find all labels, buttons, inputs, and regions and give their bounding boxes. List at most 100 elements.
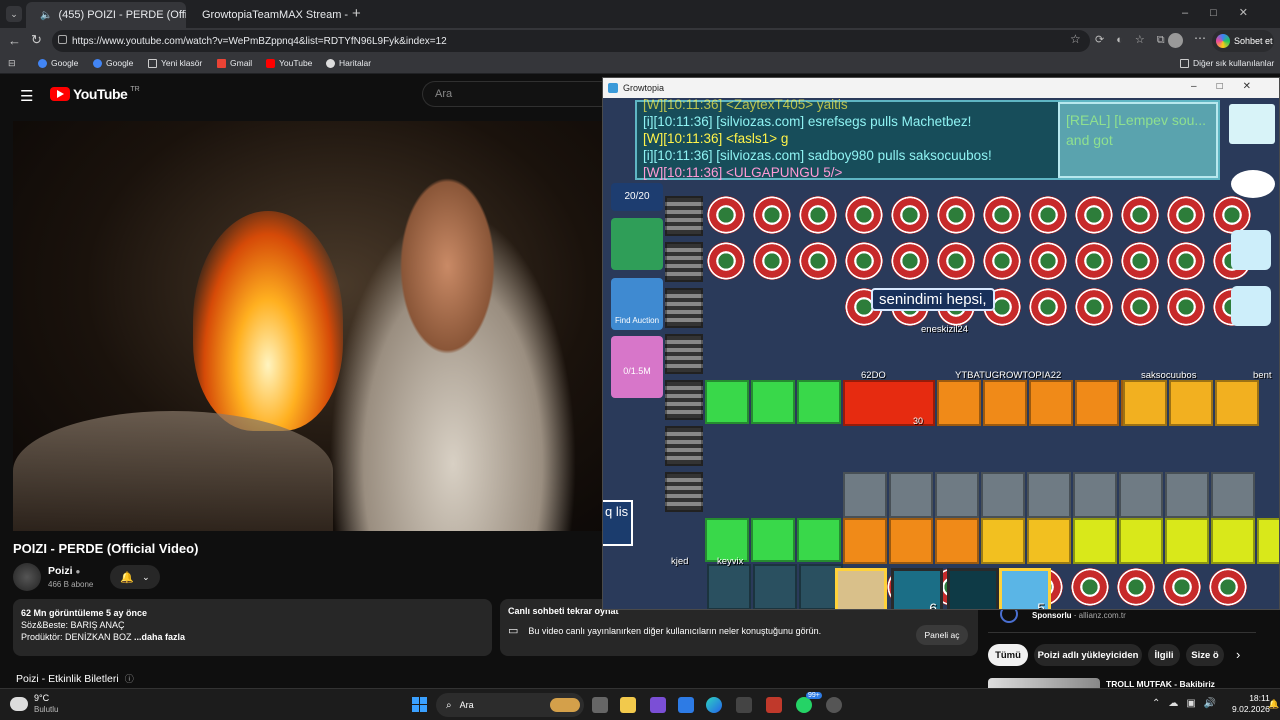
side-counter[interactable]: 20/20 <box>611 183 663 211</box>
block-tile <box>889 472 933 518</box>
maps-icon <box>326 58 335 68</box>
roulette-wheel-tile <box>1117 568 1155 606</box>
chip-uploader[interactable]: Poizi adlı yükleyiciden <box>1034 644 1142 666</box>
left-panel[interactable]: q lis <box>603 500 633 546</box>
inventory-slot-block[interactable] <box>947 568 999 609</box>
system-tray-icons[interactable]: ⌃☁▣🔊 <box>1152 698 1224 709</box>
find-auction-button[interactable]: Find Auction <box>611 278 663 330</box>
folder-icon <box>1180 58 1189 68</box>
block-tile <box>1119 518 1163 564</box>
favorite-star-icon[interactable]: ☆ <box>1070 32 1081 46</box>
block-tile <box>1257 518 1279 564</box>
gmail-icon <box>217 58 226 68</box>
address-bar[interactable]: https://www.youtube.com/watch?v=WePmBZpp… <box>52 30 1090 52</box>
video-player[interactable] <box>13 121 603 531</box>
start-button[interactable] <box>412 697 427 712</box>
site-info-icon[interactable] <box>58 35 67 44</box>
inventory-slot-roulette[interactable]: 6 <box>891 568 943 609</box>
back-icon[interactable]: ← <box>8 33 21 48</box>
chip-for-you[interactable]: Size ö <box>1186 644 1224 666</box>
other-bookmarks[interactable]: Diğer sık kullanılanlar <box>1180 58 1274 68</box>
block-tile <box>665 196 703 236</box>
chip-all[interactable]: Tümü <box>988 644 1028 666</box>
tab-youtube[interactable]: 🔈 (455) POIZI - PERDE (Official V ✕ <box>26 2 186 28</box>
search-input[interactable]: Ara <box>422 81 602 107</box>
clock[interactable]: 18:11 9.02.2026 <box>1232 693 1270 715</box>
mail-icon[interactable] <box>678 697 694 713</box>
growtopia-app-icon <box>608 83 618 93</box>
side-gun-icon[interactable] <box>611 218 663 270</box>
notification-bell-button[interactable]: 🔔 ⌄ <box>110 565 160 589</box>
player-name: 62DO <box>861 370 886 381</box>
tab-list-chevron-icon[interactable]: ⌄ <box>6 6 22 22</box>
whatsapp-icon[interactable] <box>796 697 812 713</box>
open-panel-button[interactable]: Paneli aç <box>916 625 968 645</box>
piggy-bank-button[interactable]: 0/1.5M <box>611 336 663 398</box>
growtopia-taskbar-icon[interactable] <box>766 697 782 713</box>
steam-icon[interactable] <box>826 697 842 713</box>
copilot-icon <box>1216 34 1230 48</box>
extensions-icons[interactable]: ⟳◐☆⧉ <box>1095 33 1177 47</box>
chat-bubble-icon[interactable] <box>1231 170 1275 198</box>
bookmarks-icon[interactable]: ⊟ <box>8 58 16 69</box>
chip-related[interactable]: İlgili <box>1148 644 1180 666</box>
edge-icon[interactable] <box>706 697 722 713</box>
bookmark-folder[interactable]: Yeni klasör <box>148 58 202 68</box>
copilot-chat-button[interactable]: Sohbet et <box>1212 30 1274 52</box>
terminal-icon[interactable] <box>736 697 752 713</box>
shop-cart-icon[interactable] <box>1231 286 1271 326</box>
game-view[interactable]: 20/20 Find Auction 0/1.5M q lis [W][10:1… <box>603 98 1279 609</box>
window-controls[interactable]: ‒□✕ <box>1182 6 1270 19</box>
notifications-bell-icon[interactable]: 🔔 <box>1268 699 1279 710</box>
block-tile <box>1165 518 1209 564</box>
block-tile <box>937 380 981 426</box>
block-tile <box>1211 472 1255 518</box>
inventory-slot-lock[interactable]: 5 <box>999 568 1051 609</box>
bookmark-youtube[interactable]: YouTube <box>266 58 312 68</box>
description-box[interactable]: 62 Mn görüntüleme 5 ay önce Söz&Beste: B… <box>13 599 492 656</box>
tab-growtopia-stream[interactable]: GrowtopiaTeamMAX Stream - Wa ✕ <box>188 2 348 28</box>
window-controls[interactable]: ‒□✕ <box>1191 81 1271 92</box>
growtopia-window[interactable]: Growtopia ‒□✕ 20/20 Find Auction 0/1.5M … <box>602 77 1280 610</box>
bookmark-google-1[interactable]: Google <box>38 58 78 68</box>
block-tile <box>889 518 933 564</box>
chevron-right-icon[interactable]: › <box>1236 647 1240 662</box>
channel-avatar[interactable] <box>13 563 41 591</box>
block-tile <box>1119 472 1163 518</box>
bookmark-gmail[interactable]: Gmail <box>217 58 252 68</box>
block-tile <box>1073 472 1117 518</box>
subscriber-count: 466 B abone <box>48 580 94 589</box>
info-icon[interactable]: ⓘ <box>125 672 134 685</box>
audio-icon[interactable]: 🔈 <box>40 10 52 21</box>
roulette-wheel-tile <box>983 242 1021 280</box>
roulette-wheel-tile <box>845 196 883 234</box>
avatar[interactable] <box>1168 33 1183 48</box>
youtube-logo[interactable]: YouTube TR <box>50 86 140 102</box>
menu-list-icon[interactable] <box>1229 104 1275 144</box>
taskbar-search[interactable]: ⌕ Ara <box>436 693 584 717</box>
channel-name[interactable]: Poizi ● <box>48 565 80 577</box>
store-icon[interactable] <box>650 697 666 713</box>
hamburger-menu-icon[interactable]: ☰ <box>20 87 33 105</box>
block-tile <box>1073 518 1117 564</box>
reload-icon[interactable]: ↻ <box>31 32 42 48</box>
bookmark-maps[interactable]: Haritalar <box>326 58 371 68</box>
task-view-icon[interactable] <box>592 697 608 713</box>
url-text: https://www.youtube.com/watch?v=WePmBZpp… <box>72 35 447 47</box>
roulette-wheel-tile <box>1029 196 1067 234</box>
new-tab-button[interactable]: + <box>352 5 361 22</box>
roulette-wheel-tile <box>1209 568 1247 606</box>
file-explorer-icon[interactable] <box>620 697 636 713</box>
block-tile <box>1215 380 1259 426</box>
roulette-wheel-tile <box>1075 288 1113 326</box>
bookmark-google-2[interactable]: Google <box>93 58 133 68</box>
roulette-wheel-tile <box>707 242 745 280</box>
show-more-link[interactable]: ...daha fazla <box>134 632 185 642</box>
emote-icon[interactable] <box>1231 230 1271 270</box>
roulette-wheel-tile <box>891 242 929 280</box>
inventory-slot-fist[interactable] <box>835 568 887 609</box>
weather-widget[interactable]: 9°C Bulutlu <box>10 693 58 715</box>
block-tile <box>983 380 1027 426</box>
desc-line-2: Prodüktör: DENİZKAN BOZ <box>21 632 132 642</box>
more-menu-icon[interactable]: ⋯ <box>1194 31 1206 45</box>
